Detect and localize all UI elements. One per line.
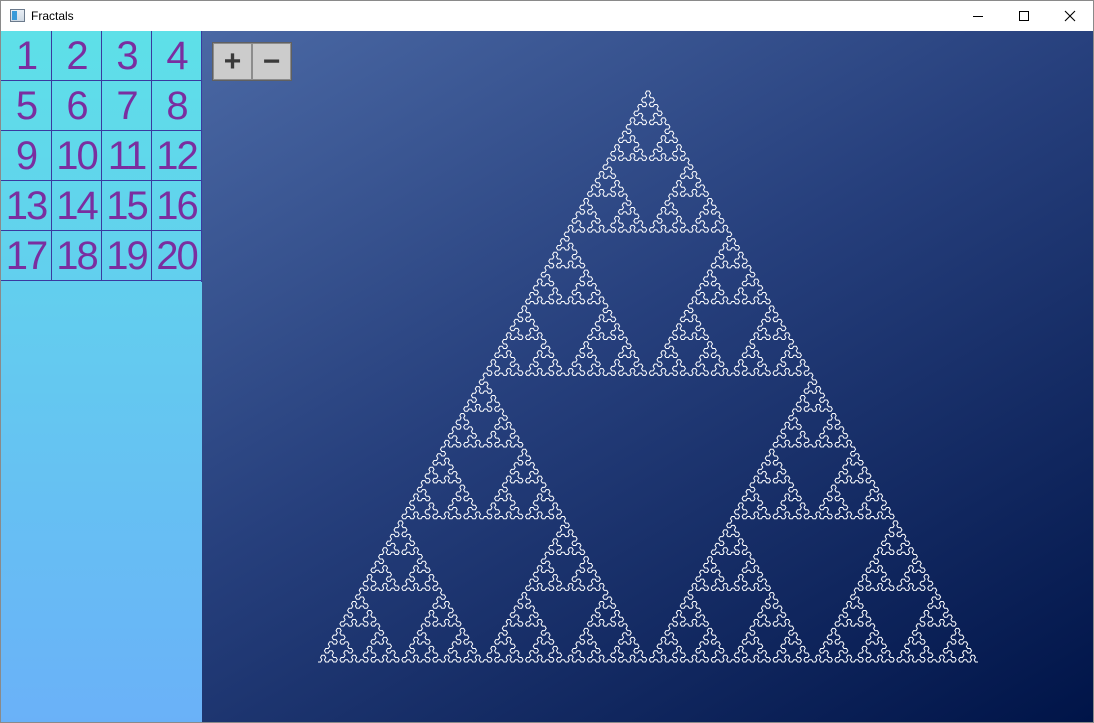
level-button-13[interactable]: 13 [1,181,51,231]
level-button-8[interactable]: 8 [151,81,201,131]
level-sidebar: 1 2 3 4 5 6 7 8 9 10 11 12 13 14 15 16 1… [1,31,202,722]
minimize-icon [973,15,983,17]
window-title: Fractals [31,9,74,23]
level-button-5[interactable]: 5 [1,81,51,131]
level-button-1[interactable]: 1 [1,31,51,81]
minimize-button[interactable] [955,1,1001,31]
close-button[interactable] [1047,1,1093,31]
maximize-button[interactable] [1001,1,1047,31]
zoom-in-button[interactable]: + [213,43,252,80]
level-button-12[interactable]: 12 [151,131,201,181]
close-icon [1064,10,1076,22]
zoom-toolbar: + − [212,42,292,81]
level-button-18[interactable]: 18 [51,231,101,281]
level-button-10[interactable]: 10 [51,131,101,181]
level-button-17[interactable]: 17 [1,231,51,281]
fractal-canvas[interactable]: + − [202,31,1093,722]
level-button-14[interactable]: 14 [51,181,101,231]
level-button-16[interactable]: 16 [151,181,201,231]
level-button-15[interactable]: 15 [101,181,151,231]
fractal-curve [318,90,978,663]
app-icon [10,9,25,22]
level-button-4[interactable]: 4 [151,31,201,81]
app-window: Fractals 1 2 3 4 5 6 7 8 9 10 11 12 13 1… [0,0,1094,723]
level-button-11[interactable]: 11 [101,131,151,181]
sierpinski-fractal [318,90,978,663]
level-button-19[interactable]: 19 [101,231,151,281]
maximize-icon [1019,11,1029,21]
level-button-6[interactable]: 6 [51,81,101,131]
level-button-3[interactable]: 3 [101,31,151,81]
zoom-out-button[interactable]: − [252,43,291,80]
level-button-9[interactable]: 9 [1,131,51,181]
title-bar[interactable]: Fractals [1,1,1093,31]
level-grid: 1 2 3 4 5 6 7 8 9 10 11 12 13 14 15 16 1… [1,31,202,282]
level-button-20[interactable]: 20 [151,231,201,281]
level-button-7[interactable]: 7 [101,81,151,131]
level-button-2[interactable]: 2 [51,31,101,81]
